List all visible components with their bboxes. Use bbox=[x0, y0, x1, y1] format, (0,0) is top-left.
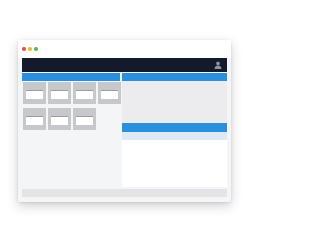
close-dot-icon[interactable] bbox=[22, 47, 26, 51]
document-thumbnail-icon bbox=[101, 90, 118, 99]
document-thumbnail-icon bbox=[51, 116, 68, 125]
detail-section-header bbox=[122, 123, 227, 132]
document-thumbnail-icon bbox=[76, 90, 93, 99]
thumbnail-grid bbox=[22, 81, 121, 187]
top-navigation-bar bbox=[22, 58, 227, 72]
grid-tile[interactable] bbox=[73, 82, 96, 104]
detail-content-area bbox=[122, 140, 227, 187]
maximize-dot-icon[interactable] bbox=[34, 47, 38, 51]
grid-tile[interactable] bbox=[23, 82, 46, 104]
grid-tile[interactable] bbox=[73, 108, 96, 130]
document-thumbnail-icon bbox=[26, 90, 43, 99]
right-panel-header bbox=[122, 73, 227, 81]
document-thumbnail-icon bbox=[51, 90, 68, 99]
minimize-dot-icon[interactable] bbox=[28, 47, 32, 51]
grid-tile[interactable] bbox=[23, 108, 46, 130]
window-titlebar bbox=[18, 40, 231, 58]
detail-selected-row[interactable] bbox=[122, 132, 227, 140]
document-thumbnail-icon bbox=[76, 116, 93, 125]
detail-preview-area bbox=[122, 81, 227, 123]
grid-tile[interactable] bbox=[48, 108, 71, 130]
app-window bbox=[18, 40, 231, 202]
grid-tile[interactable] bbox=[48, 82, 71, 104]
grid-tile[interactable] bbox=[98, 82, 121, 104]
status-bar bbox=[22, 189, 227, 197]
user-icon[interactable] bbox=[214, 61, 222, 69]
left-panel-header bbox=[22, 73, 120, 81]
document-thumbnail-icon bbox=[26, 116, 43, 125]
